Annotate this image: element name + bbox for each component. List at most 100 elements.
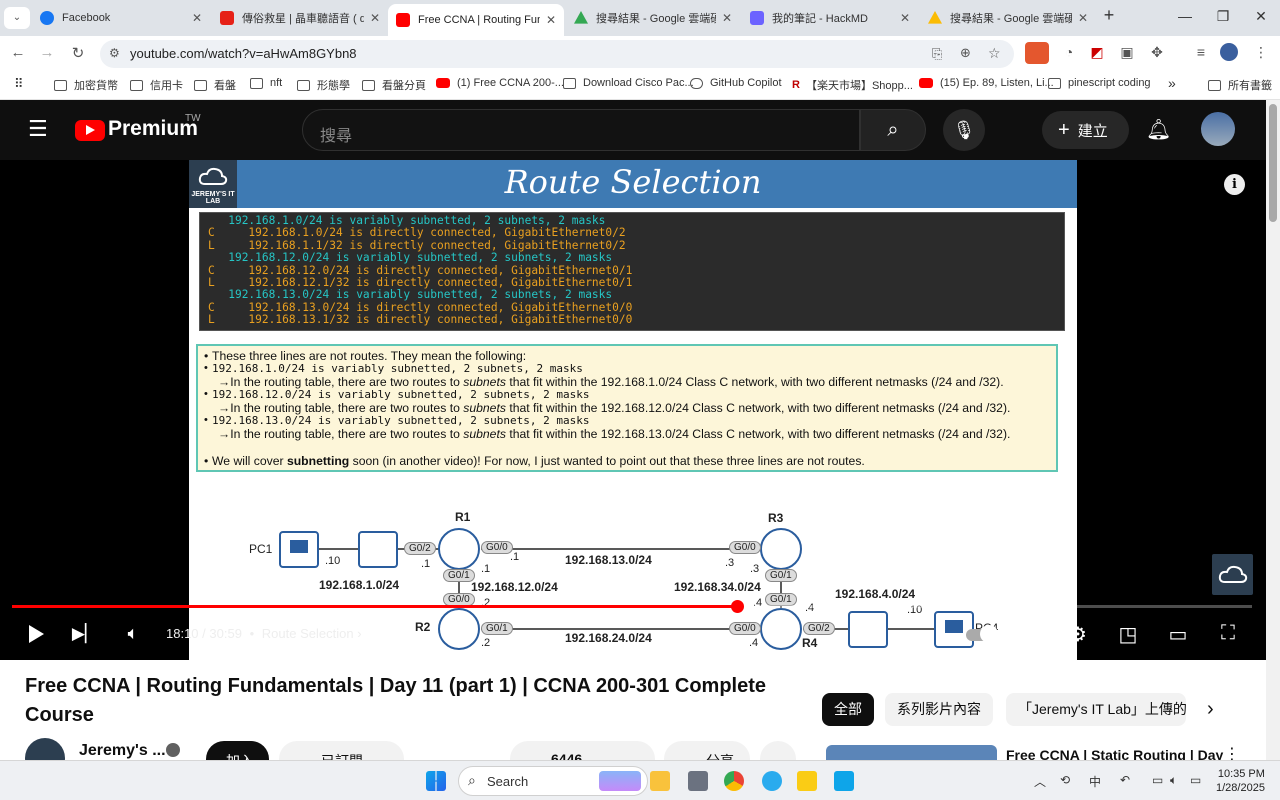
reload-icon[interactable]: ↻ [68, 44, 88, 62]
input-language[interactable]: 中 [1089, 773, 1101, 790]
extensions-puzzle-icon[interactable]: ✥ [1146, 44, 1168, 61]
bookmark-item[interactable]: pinescript coding [1048, 77, 1151, 89]
chevron-right-icon[interactable]: › [1207, 698, 1214, 721]
recommended-thumbnail[interactable] [826, 745, 997, 760]
chip-uploads[interactable]: 「Jeremy's IT Lab」上傳的 [1006, 693, 1186, 726]
extension-flag-icon[interactable]: ◩ [1086, 44, 1108, 61]
miniplayer-button[interactable]: ◳ [1113, 622, 1143, 647]
account-avatar[interactable] [1201, 112, 1235, 146]
bookmark-item[interactable]: (1) Free CCNA 200-... [436, 77, 564, 89]
chrome-icon[interactable] [724, 771, 744, 791]
bookmark-item[interactable]: nft [250, 77, 282, 89]
subscribed-button[interactable]: 已訂閱 [279, 741, 404, 760]
ime-icon[interactable]: ↶ [1120, 773, 1130, 787]
close-tab-icon[interactable]: ✕ [370, 11, 380, 25]
tab-facebook[interactable]: Facebook ✕ [32, 4, 210, 32]
page-scrollbar[interactable] [1266, 100, 1280, 760]
theater-mode-button[interactable]: ▭ [1163, 622, 1193, 647]
bookmark-item[interactable]: 加密貨幣 [54, 77, 118, 93]
chip-series[interactable]: 系列影片內容 [885, 693, 993, 726]
share-button[interactable]: 分享 [664, 741, 750, 760]
telegram-icon[interactable] [762, 771, 782, 791]
clock[interactable]: 10:35 PM 1/28/2025 [1216, 767, 1265, 795]
taskbar-search[interactable]: ⌕ Search [458, 766, 648, 796]
extension-icon[interactable]: ◔ [1058, 44, 1080, 60]
address-bar[interactable]: ⚙ youtube.com/watch?v=aHwAm8GYbn8 ⎘ ⊕ ☆ [100, 40, 1014, 68]
join-button[interactable]: 加入 [206, 741, 269, 760]
close-tab-icon[interactable]: ✕ [722, 11, 732, 25]
forward-icon[interactable]: → [37, 44, 57, 61]
tab-google-drive-1[interactable]: 搜尋結果 - Google 雲端硬 ✕ [566, 4, 740, 32]
tab-hackmd[interactable]: 我的筆記 - HackMD ✕ [742, 4, 918, 32]
app-icon[interactable] [797, 771, 817, 791]
kebab-menu-icon[interactable]: ⋮ [1224, 744, 1240, 760]
battery-icon[interactable]: ▭ [1190, 773, 1201, 787]
recommended-title[interactable]: Free CCNA | Static Routing | Day [1006, 747, 1223, 760]
close-tab-icon[interactable]: ✕ [192, 11, 202, 25]
notepad-icon[interactable] [834, 771, 854, 791]
tray-overflow-icon[interactable]: ︿ [1034, 773, 1046, 790]
new-tab-button[interactable]: + [1094, 5, 1124, 26]
chip-all[interactable]: 全部 [822, 693, 874, 726]
search-button[interactable]: ⌕ [860, 109, 926, 151]
tab-google-drive-2[interactable]: 搜尋結果 - Google 雲端硬 ✕ [920, 4, 1096, 32]
bookmark-item[interactable]: GitHub Copilot [690, 77, 782, 89]
zoom-icon[interactable]: ⊕ [960, 45, 971, 61]
app-icon[interactable] [688, 771, 708, 791]
next-button[interactable]: ▶▏ [70, 622, 100, 645]
youtube-logo-icon[interactable] [75, 120, 105, 141]
chapter-title[interactable]: Route Selection [262, 626, 354, 641]
like-button[interactable]: 6446 [510, 741, 655, 760]
profile-avatar[interactable] [1220, 43, 1238, 61]
mute-button[interactable]: 🔈︎ [118, 622, 148, 645]
bookmark-star-icon[interactable]: ☆ [988, 45, 1001, 62]
close-window-button[interactable]: ✕ [1246, 8, 1276, 25]
fullscreen-button[interactable]: ⛶ [1213, 622, 1243, 645]
bookmark-item[interactable]: 形態學 [297, 77, 350, 93]
apps-grid-icon[interactable]: ⠿ [14, 76, 24, 92]
windows-start-icon[interactable] [426, 771, 446, 791]
bookmarks-overflow[interactable]: » [1168, 75, 1176, 91]
bookmark-item[interactable]: 看盤分頁 [362, 77, 426, 93]
tab-search-button[interactable]: ⌄ [4, 7, 30, 29]
hamburger-menu-icon[interactable]: ☰ [28, 118, 48, 140]
bookmark-item[interactable]: Download Cisco Pac... [563, 77, 694, 89]
scrollbar-thumb[interactable] [1269, 104, 1277, 222]
info-icon[interactable]: i [1224, 174, 1245, 195]
install-icon[interactable]: ⎘ [932, 46, 942, 62]
channel-watermark[interactable] [1212, 554, 1253, 595]
bookmark-item[interactable]: R 【楽天市場】Shopp... [792, 77, 913, 93]
bookmark-item[interactable]: 信用卡 [130, 77, 183, 93]
url-text[interactable]: youtube.com/watch?v=aHwAm8GYbn8 [130, 46, 357, 61]
video-player[interactable]: JEREMY'S IT LAB Route Selection 192.168.… [0, 160, 1266, 660]
create-button[interactable]: + 建立 [1042, 111, 1129, 149]
menu-kebab-icon[interactable]: ⋮ [1250, 44, 1272, 61]
file-explorer-icon[interactable] [650, 771, 670, 791]
more-actions-button[interactable] [760, 741, 796, 760]
volume-icon[interactable]: 🔈︎ [1170, 773, 1177, 788]
extension-icon[interactable]: ▣ [1116, 44, 1138, 61]
minimize-button[interactable]: — [1170, 8, 1200, 24]
tab-music[interactable]: 傳俗救星 | 晶車聽語音 ( de ✕ [212, 4, 388, 32]
channel-avatar[interactable] [25, 738, 65, 760]
close-tab-icon[interactable]: ✕ [1078, 11, 1088, 25]
voice-search-button[interactable]: 🎙︎ [943, 109, 985, 151]
site-info-icon[interactable]: ⚙ [109, 46, 120, 60]
search-input[interactable]: 搜尋 [302, 109, 860, 151]
back-icon[interactable]: ← [8, 44, 28, 61]
all-bookmarks[interactable]: 所有書籤 [1208, 77, 1272, 93]
media-control-icon[interactable]: ≡ [1190, 44, 1212, 60]
notifications-bell-icon[interactable]: 🔔︎ [1146, 117, 1171, 142]
maximize-button[interactable]: ❐ [1208, 8, 1238, 25]
extension-new-icon[interactable] [1025, 42, 1049, 64]
bookmark-item[interactable]: 看盤 [194, 77, 236, 93]
bookmark-item[interactable]: (15) Ep. 89, Listen, Li... [919, 77, 1054, 89]
chevron-right-icon[interactable]: › [357, 626, 361, 641]
tab-free-ccna[interactable]: Free CCNA | Routing Fund ✕ [388, 4, 564, 36]
close-tab-icon[interactable]: ✕ [546, 13, 556, 27]
progress-bar[interactable] [12, 600, 1252, 613]
settings-button[interactable]: ⚙ [1063, 622, 1093, 647]
channel-name[interactable]: Jeremy's ... [79, 742, 166, 760]
sync-icon[interactable]: ⟲ [1060, 773, 1070, 787]
network-icon[interactable]: ▭ [1152, 773, 1163, 787]
